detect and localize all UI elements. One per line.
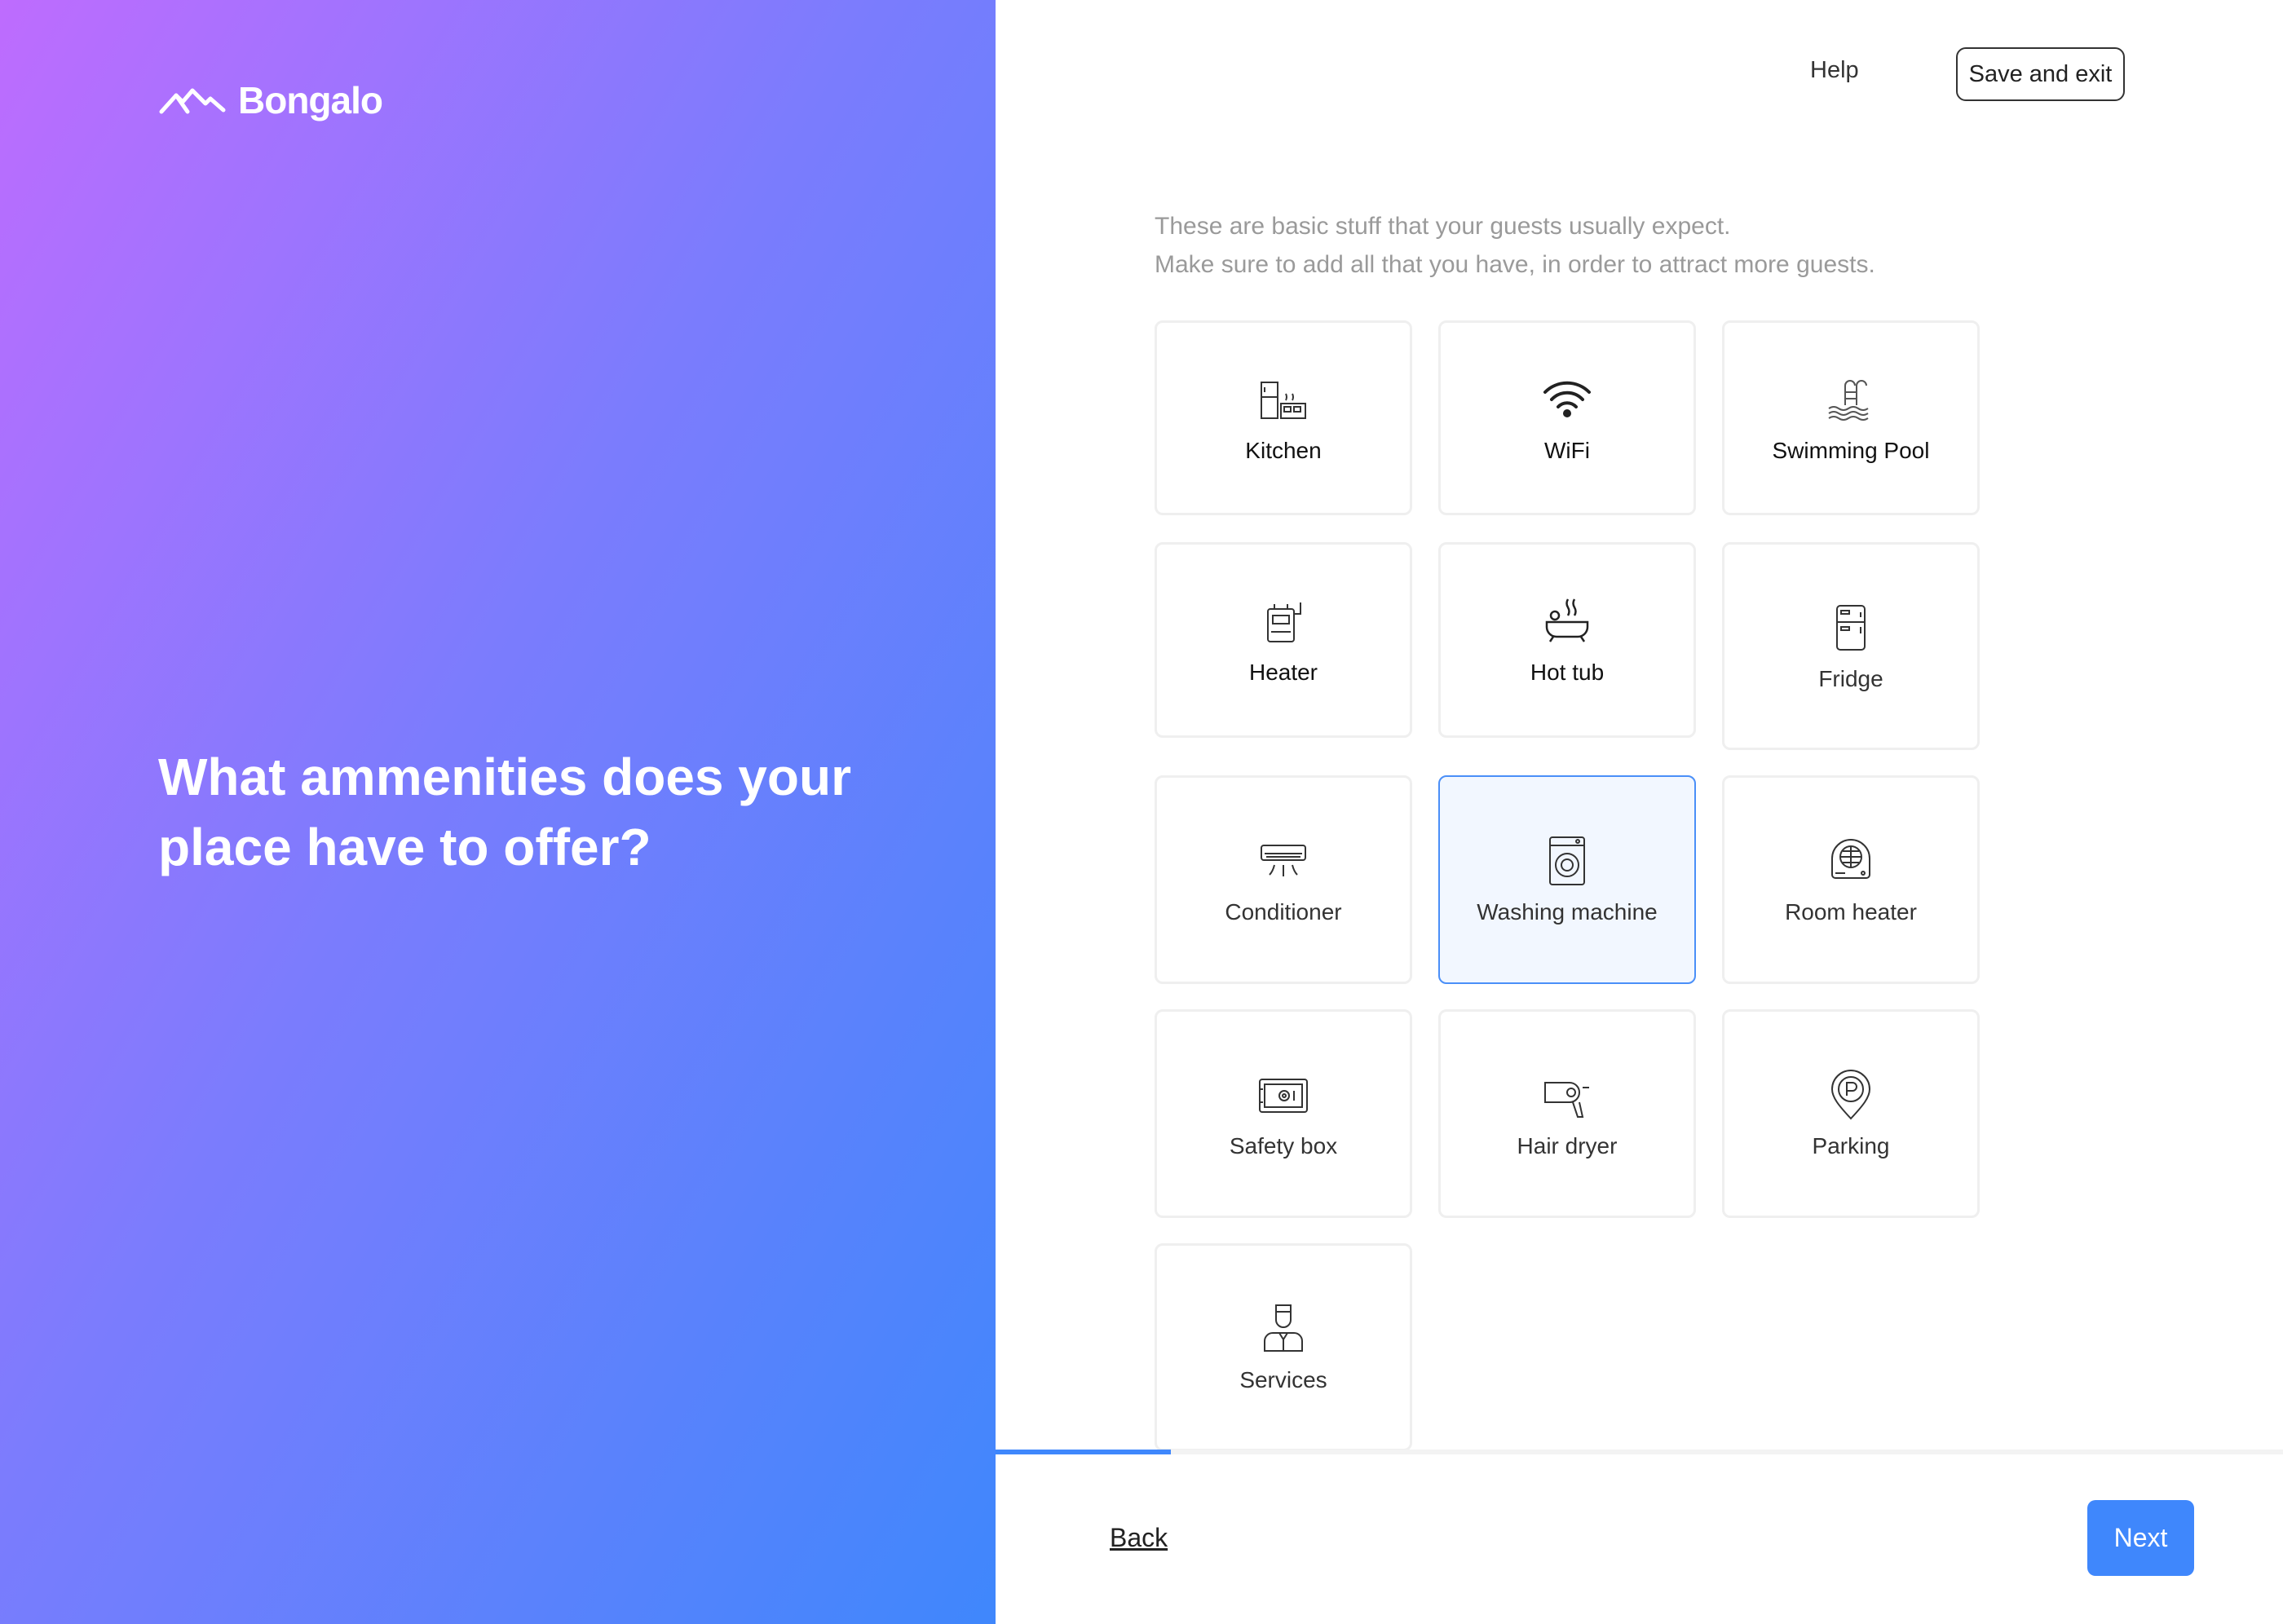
amenity-wifi[interactable]: WiFi xyxy=(1438,320,1696,515)
room-heater-icon xyxy=(1831,839,1870,879)
amenity-kitchen[interactable]: Kitchen xyxy=(1155,320,1412,515)
safety-box-icon xyxy=(1259,1079,1308,1113)
amenity-label: Room heater xyxy=(1785,899,1917,925)
amenity-label: Conditioner xyxy=(1225,899,1342,925)
amenity-washing-machine[interactable]: Washing machine xyxy=(1438,775,1696,984)
hair-dryer-icon xyxy=(1544,1082,1589,1118)
amenity-label: Parking xyxy=(1812,1133,1890,1158)
amenity-label: Safety box xyxy=(1229,1133,1338,1158)
amenity-swimming-pool[interactable]: Swimming Pool xyxy=(1722,320,1980,515)
amenity-conditioner[interactable]: Conditioner xyxy=(1155,775,1412,984)
fridge-icon xyxy=(1836,604,1866,651)
amenity-parking[interactable]: Parking xyxy=(1722,1009,1980,1218)
amenity-heater[interactable]: Heater xyxy=(1155,542,1412,738)
air-conditioner-icon xyxy=(1261,845,1306,876)
help-link[interactable]: Help xyxy=(1810,57,1859,84)
amenity-label: Fridge xyxy=(1818,665,1883,691)
brand-logo[interactable]: Bongalo xyxy=(158,78,383,122)
parking-icon xyxy=(1830,1070,1871,1120)
intro-text: These are basic stuff that your guests u… xyxy=(1155,207,1875,284)
intro-line-1: These are basic stuff that your guests u… xyxy=(1155,213,1731,240)
amenity-label: Washing machine xyxy=(1477,899,1658,925)
house-logo-icon xyxy=(159,88,226,114)
hero-panel: Bongalo What ammenities does your place … xyxy=(0,0,996,1624)
swimming-pool-icon xyxy=(1828,379,1869,421)
amenity-room-heater[interactable]: Room heater xyxy=(1722,775,1980,984)
amenity-services[interactable]: Services xyxy=(1155,1243,1412,1451)
progress-fill xyxy=(996,1450,1171,1454)
amenity-label: WiFi xyxy=(1544,437,1590,463)
amenity-hot-tub[interactable]: Hot tub xyxy=(1438,542,1696,738)
amenity-label: Hot tub xyxy=(1530,660,1605,685)
amenity-fridge[interactable]: Fridge xyxy=(1722,542,1980,750)
intro-line-2: Make sure to add all that you have, in o… xyxy=(1155,251,1875,278)
amenity-safety-box[interactable]: Safety box xyxy=(1155,1009,1412,1218)
brand-name: Bongalo xyxy=(238,79,383,121)
progress-bar xyxy=(996,1450,2283,1454)
amenity-label: Hair dryer xyxy=(1517,1133,1618,1158)
washing-machine-icon xyxy=(1549,836,1585,885)
heater-icon xyxy=(1267,602,1301,642)
amenity-label: Swimming Pool xyxy=(1772,437,1930,463)
page-headline: What ammenities does your place have to … xyxy=(158,748,851,876)
kitchen-icon xyxy=(1261,381,1306,419)
hot-tub-icon xyxy=(1545,598,1589,642)
amenity-hair-dryer[interactable]: Hair dryer xyxy=(1438,1009,1696,1218)
services-icon xyxy=(1264,1304,1303,1352)
save-and-exit-button[interactable]: Save and exit xyxy=(1956,47,2125,101)
amenity-label: Services xyxy=(1239,1366,1327,1392)
next-button[interactable]: Next xyxy=(2087,1500,2194,1576)
amenity-label: Kitchen xyxy=(1245,437,1322,463)
back-button[interactable]: Back xyxy=(1110,1523,1168,1553)
wifi-icon xyxy=(1543,381,1591,417)
amenity-label: Heater xyxy=(1248,660,1318,685)
